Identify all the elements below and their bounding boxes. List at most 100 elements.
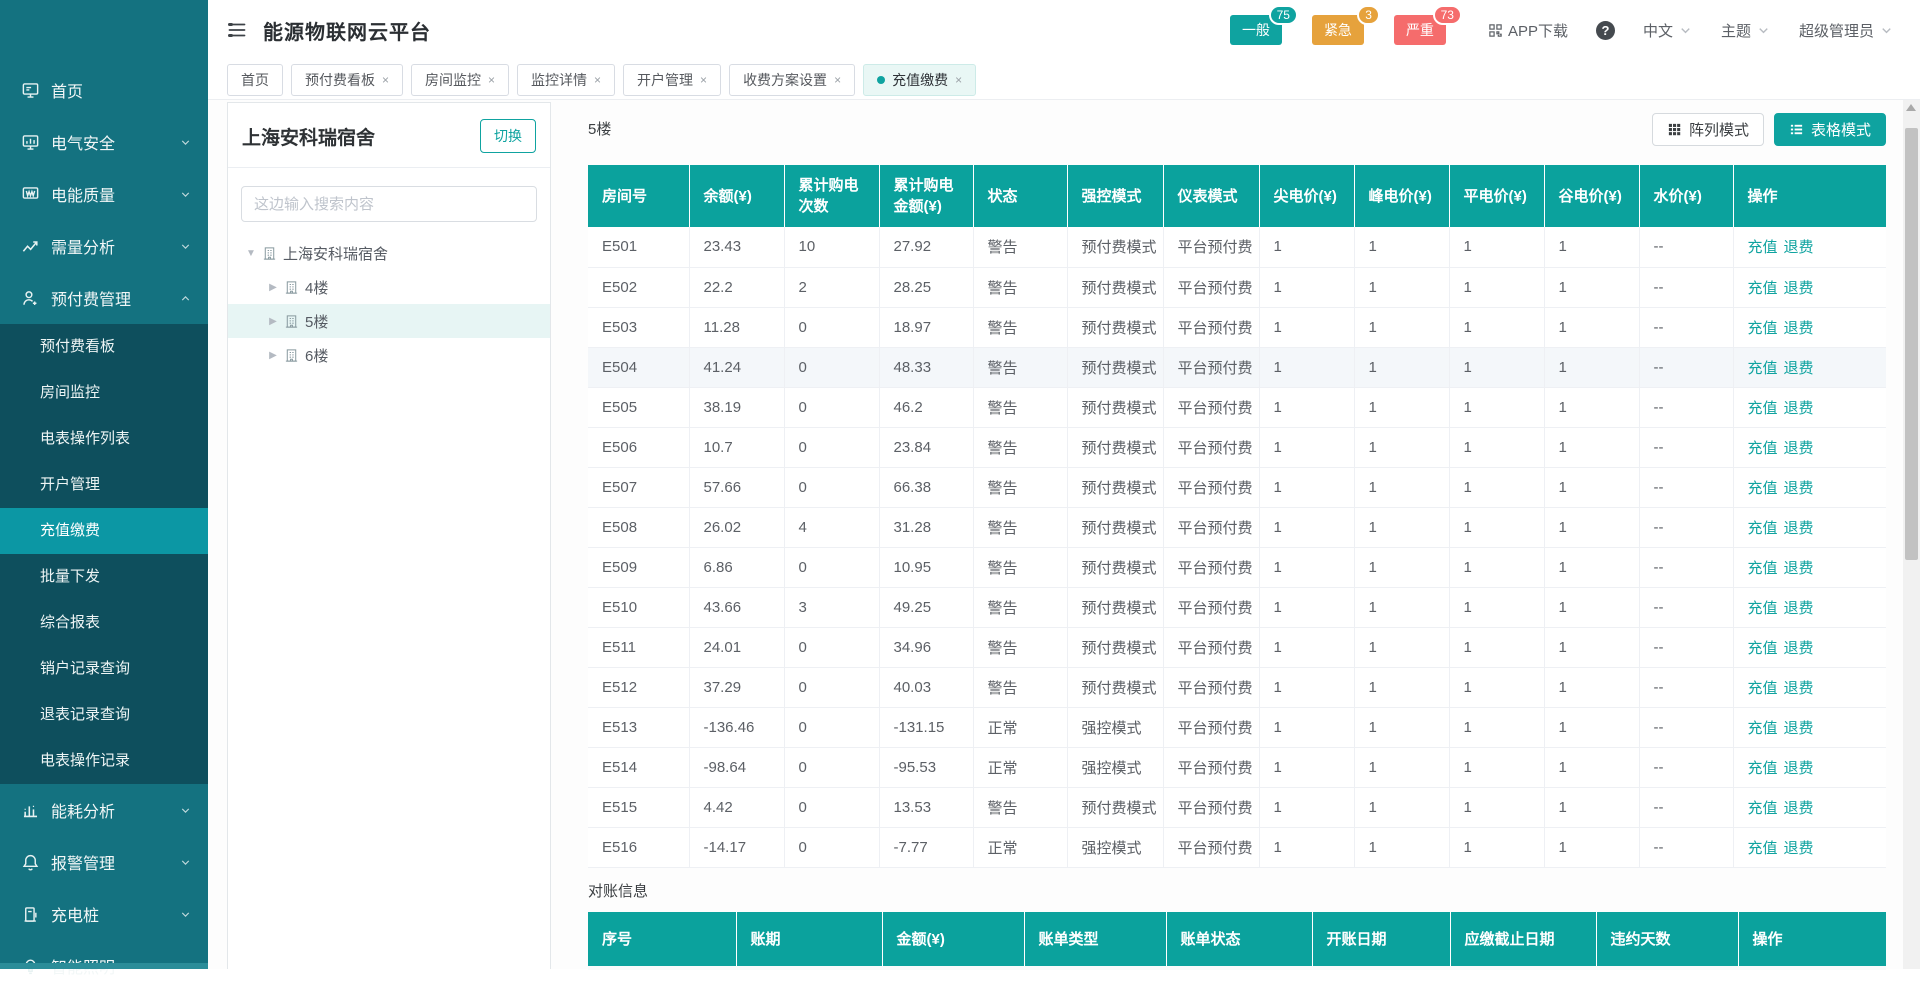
refund-link[interactable]: 退费 [1784,480,1814,497]
alarm-badge-严重[interactable]: 严重73 [1394,15,1446,45]
tab-close-icon[interactable]: × [594,73,601,87]
flat-cell: 1 [1449,227,1544,267]
sidebar-item-需量分析[interactable]: 需量分析 [0,220,208,272]
app-download-button[interactable]: APP下载 [1488,20,1568,41]
tab-预付费看板[interactable]: 预付费看板× [291,64,403,96]
balance-cell: 4.42 [689,787,784,827]
sidebar-subitem-批量下发[interactable]: 批量下发 [0,554,208,600]
tree-node-上海安科瑞宿舍[interactable]: ▼上海安科瑞宿舍 [228,236,550,270]
scrollbar-up-arrow[interactable] [1906,104,1916,111]
switch-building-button[interactable]: 切换 [480,119,536,153]
refund-link[interactable]: 退费 [1784,760,1814,777]
recharge-link[interactable]: 充值 [1748,800,1778,817]
sidebar-subitem-退表记录查询[interactable]: 退表记录查询 [0,692,208,738]
scrollbar-thumb[interactable] [1905,128,1918,560]
sidebar-subitem-综合报表[interactable]: 综合报表 [0,600,208,646]
tab-监控详情[interactable]: 监控详情× [517,64,615,96]
sidebar-subitem-开户管理[interactable]: 开户管理 [0,462,208,508]
sidebar-subitem-预付费看板[interactable]: 预付费看板 [0,324,208,370]
recharge-link[interactable]: 充值 [1748,320,1778,337]
alarm-badge-紧急[interactable]: 紧急3 [1312,15,1364,45]
refund-link[interactable]: 退费 [1784,360,1814,377]
balance-cell: -14.17 [689,827,784,867]
tab-充值缴费[interactable]: 充值缴费× [863,64,976,96]
refund-link[interactable]: 退费 [1784,640,1814,657]
sidebar-item-能耗分析[interactable]: 能耗分析 [0,784,208,836]
refund-link[interactable]: 退费 [1784,560,1814,577]
column-header-强控模式: 强控模式 [1067,165,1163,227]
operations-cell: 充值退费 [1733,507,1886,547]
tab-收费方案设置[interactable]: 收费方案设置× [729,64,855,96]
recharge-link[interactable]: 充值 [1748,520,1778,537]
purchase-count-cell: 0 [784,827,879,867]
alarm-badge-一般[interactable]: 一般75 [1230,15,1282,45]
recharge-link[interactable]: 充值 [1748,440,1778,457]
view-button-阵列模式[interactable]: 阵列模式 [1652,113,1764,146]
recharge-link[interactable]: 充值 [1748,239,1778,256]
refund-link[interactable]: 退费 [1784,600,1814,617]
room-row-E514: E514-98.640-95.53正常强控模式平台预付费1111--充值退费 [588,747,1886,787]
tree-node-4楼[interactable]: ▶4楼 [228,270,550,304]
sidebar-item-电气安全[interactable]: 电气安全 [0,116,208,168]
view-button-表格模式[interactable]: 表格模式 [1774,113,1886,146]
recharge-link[interactable]: 充值 [1748,360,1778,377]
recharge-link[interactable]: 充值 [1748,720,1778,737]
caret-right-icon[interactable]: ▶ [264,282,282,293]
user-menu[interactable]: 超级管理员 [1799,20,1894,41]
sharp-cell: 1 [1259,267,1354,307]
tab-close-icon[interactable]: × [955,73,962,87]
caret-right-icon[interactable]: ▶ [264,350,282,361]
refund-link[interactable]: 退费 [1784,280,1814,297]
sidebar-item-首页[interactable]: 首页 [0,64,208,116]
refund-link[interactable]: 退费 [1784,840,1814,857]
tree-node-5楼[interactable]: ▶5楼 [228,304,550,338]
recharge-link[interactable]: 充值 [1748,840,1778,857]
refund-link[interactable]: 退费 [1784,800,1814,817]
chevron-down-icon [179,908,192,921]
tab-close-icon[interactable]: × [700,73,707,87]
theme-selector[interactable]: 主题 [1721,20,1771,41]
recharge-link[interactable]: 充值 [1748,480,1778,497]
collapse-menu-icon[interactable] [227,19,249,41]
purchase-amount-cell: 40.03 [879,667,973,707]
recharge-link[interactable]: 充值 [1748,400,1778,417]
tab-close-icon[interactable]: × [834,73,841,87]
sidebar-item-报警管理[interactable]: 报警管理 [0,836,208,888]
sidebar-subitem-销户记录查询[interactable]: 销户记录查询 [0,646,208,692]
tree-node-6楼[interactable]: ▶6楼 [228,338,550,372]
vertical-scrollbar[interactable] [1903,100,1920,969]
tab-首页[interactable]: 首页 [227,64,283,96]
refund-link[interactable]: 退费 [1784,520,1814,537]
sidebar-subitem-电表操作列表[interactable]: 电表操作列表 [0,416,208,462]
help-icon[interactable]: ? [1596,21,1615,40]
refund-link[interactable]: 退费 [1784,720,1814,737]
tab-开户管理[interactable]: 开户管理× [623,64,721,96]
sidebar-item-预付费管理[interactable]: 预付费管理 [0,272,208,324]
caret-down-icon[interactable]: ▼ [242,248,260,259]
tree-search-input[interactable] [241,186,537,222]
refund-link[interactable]: 退费 [1784,239,1814,256]
caret-right-icon[interactable]: ▶ [264,316,282,327]
recharge-link[interactable]: 充值 [1748,760,1778,777]
recharge-link[interactable]: 充值 [1748,680,1778,697]
sidebar-item-label: 需量分析 [51,234,179,258]
sidebar-subitem-充值缴费[interactable]: 充值缴费 [0,508,208,554]
recharge-link[interactable]: 充值 [1748,600,1778,617]
tab-房间监控[interactable]: 房间监控× [411,64,509,96]
meter-mode-cell: 平台预付费 [1163,387,1259,427]
sidebar-item-电能质量[interactable]: 电能质量 [0,168,208,220]
refund-link[interactable]: 退费 [1784,400,1814,417]
valley-cell: 1 [1544,747,1639,787]
language-selector[interactable]: 中文 [1643,20,1693,41]
sidebar-item-充电桩[interactable]: 充电桩 [0,888,208,940]
refund-link[interactable]: 退费 [1784,320,1814,337]
recharge-link[interactable]: 充值 [1748,280,1778,297]
tab-close-icon[interactable]: × [382,73,389,87]
sidebar-subitem-电表操作记录[interactable]: 电表操作记录 [0,738,208,784]
recharge-link[interactable]: 充值 [1748,560,1778,577]
refund-link[interactable]: 退费 [1784,440,1814,457]
sidebar-subitem-房间监控[interactable]: 房间监控 [0,370,208,416]
recharge-link[interactable]: 充值 [1748,640,1778,657]
tab-close-icon[interactable]: × [488,73,495,87]
refund-link[interactable]: 退费 [1784,680,1814,697]
